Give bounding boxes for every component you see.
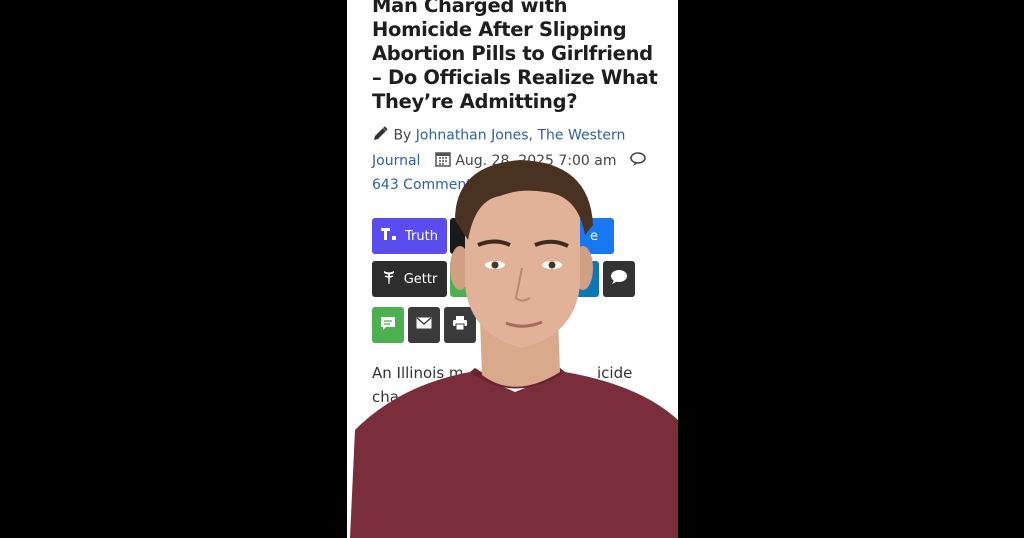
article-headline: Man Charged with Homicide After Slipping… [372, 0, 672, 114]
article-body-line: icide [597, 364, 632, 382]
author-link[interactable]: Johnathan Jones, The Western [416, 128, 626, 144]
share-linkedin-button[interactable]: in [571, 261, 599, 297]
publish-date: Aug. 28, 2025 7:00 am [455, 153, 617, 169]
email-icon [416, 317, 432, 333]
author-link-continued[interactable]: Journal [372, 153, 420, 169]
gettr-icon [382, 268, 396, 290]
speech-bubble-icon [610, 269, 628, 289]
byline-second-line: Journal Aug. 28, 2025 7:00 am [372, 151, 647, 171]
article-page: Man Charged with Homicide After Slipping… [347, 0, 678, 538]
facebook-partial-label: e [590, 228, 598, 244]
share-truth-button[interactable]: Truth [372, 218, 447, 254]
headline-line: Abortion Pills to Girlfriend [372, 42, 653, 65]
print-icon [452, 315, 468, 335]
truth-label: Truth [405, 228, 438, 244]
truth-social-icon [381, 227, 397, 245]
sms-icon [380, 315, 396, 335]
share-sms-button[interactable] [372, 307, 404, 343]
share-facebook-button[interactable]: e [574, 218, 614, 254]
body-text-fragment: An Illinois m [372, 364, 464, 382]
share-gettr-button[interactable]: Gettr [372, 261, 447, 297]
byline: By Johnathan Jones, The Western [372, 125, 625, 146]
article-body-line: cha [372, 388, 399, 406]
gettr-label: Gettr [403, 271, 438, 287]
article-body-line: An Illinois m [372, 364, 464, 382]
comments-link[interactable]: 643 Comments [372, 177, 479, 193]
headline-line: Man Charged with [372, 0, 568, 17]
share-comment-button[interactable] [603, 261, 635, 297]
linkedin-partial-label: in [579, 271, 591, 287]
comments-line: 643 Comments [372, 177, 479, 193]
share-email-button[interactable] [408, 307, 440, 343]
share-whatsapp-button[interactable] [450, 261, 480, 297]
body-text-fragment: icide [597, 364, 633, 382]
calendar-icon [435, 151, 451, 171]
headline-line: They’re Admitting? [372, 90, 578, 113]
share-x-button[interactable] [450, 218, 480, 254]
pencil-icon [372, 125, 389, 146]
print-button[interactable] [444, 307, 476, 343]
byline-prefix: By [393, 127, 412, 144]
comment-icon[interactable] [629, 151, 647, 171]
headline-line: – Do Officials Realize What [372, 66, 658, 89]
body-text-fragment: cha [372, 388, 399, 406]
headline-line: Homicide After Slipping [372, 18, 627, 41]
